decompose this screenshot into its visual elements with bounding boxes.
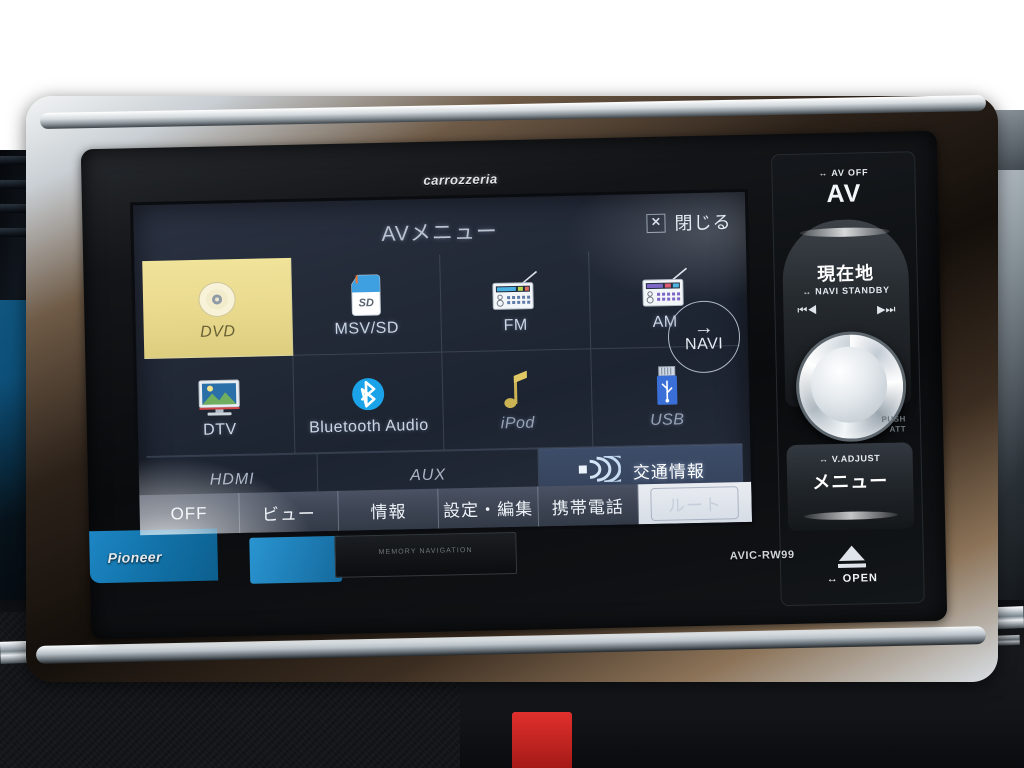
- taskbar-item-phone[interactable]: 携帯電話: [538, 484, 639, 527]
- source-label: USB: [649, 411, 685, 430]
- memory-navigation-plate: MEMORY NAVIGATION: [334, 531, 518, 578]
- source-tile-dvd[interactable]: DVD: [142, 257, 294, 360]
- long-press-icon: ↔: [802, 286, 813, 297]
- taskbar-item-info[interactable]: 情報: [338, 488, 440, 531]
- taskbar-item-route[interactable]: ルート: [637, 481, 753, 525]
- disc-icon: [195, 274, 240, 321]
- source-label: HDMI: [209, 470, 255, 489]
- head-unit-face: carrozzeria AVメニュー ✕ 閉じる DVD SD MSV/SD F…: [80, 130, 948, 640]
- source-label: Bluetooth Audio: [308, 416, 429, 437]
- av-button[interactable]: AV: [773, 178, 916, 210]
- source-label: DVD: [199, 323, 236, 341]
- radio-icon: [638, 264, 691, 311]
- hardkey-column: ↔ AV OFF AV 現在地 ↔ NAVI STANDBY ⏮◀ ▶⏭ PUS…: [771, 151, 925, 607]
- source-label: MSV/SD: [334, 319, 400, 338]
- long-press-icon: ↔: [826, 572, 839, 586]
- taskbar-item-route-label: ルート: [650, 485, 740, 521]
- v-adjust-label: ↔ V.ADJUST: [818, 453, 881, 465]
- av-off-label: ↔ AV OFF: [818, 167, 869, 179]
- menu-button-label: メニュー: [811, 470, 889, 493]
- close-button-label: 閉じる: [674, 212, 732, 234]
- navi-standby-label: ↔ NAVI STANDBY: [802, 284, 890, 297]
- push-att-label: PUSH ATT: [881, 414, 907, 434]
- bluetooth-icon: [346, 369, 391, 416]
- long-press-icon: ↔: [818, 454, 829, 465]
- blue-accent-panel-secondary: [249, 535, 343, 584]
- taskbar-item-view[interactable]: ビュー: [238, 490, 340, 534]
- previous-track-icon[interactable]: ⏮◀: [797, 304, 817, 317]
- source-tile-bluetooth[interactable]: Bluetooth Audio: [293, 352, 445, 454]
- av-source-grid: DVD SD MSV/SD FM AM DTV Bluetooth Audio …: [142, 248, 743, 458]
- memory-navigation-label: MEMORY NAVIGATION: [378, 546, 473, 556]
- source-label: iPod: [500, 414, 536, 433]
- source-tile-dtv[interactable]: DTV: [144, 355, 296, 458]
- red-dashboard-tab: [512, 712, 572, 768]
- source-tile-msv-sd[interactable]: SD MSV/SD: [291, 254, 443, 356]
- long-press-icon: ↔: [818, 168, 829, 179]
- source-tile-fm[interactable]: FM: [440, 251, 592, 353]
- volume-knob-face: [810, 345, 888, 424]
- arrow-right-icon: →: [693, 316, 715, 340]
- next-track-icon[interactable]: ▶⏭: [877, 303, 896, 317]
- menu-button[interactable]: ↔ V.ADJUST メニュー: [786, 442, 915, 532]
- sd-card-icon: SD: [348, 271, 383, 318]
- usb-icon: [650, 362, 683, 409]
- broadcast-signal-icon: [577, 453, 632, 488]
- car-head-unit-photo: carrozzeria AVメニュー ✕ 閉じる DVD SD MSV/SD F…: [0, 0, 1024, 768]
- source-label: FM: [503, 316, 528, 335]
- eject-bar: [837, 563, 867, 568]
- carrozzeria-logo: carrozzeria: [423, 171, 498, 188]
- source-label: DTV: [202, 421, 237, 439]
- panel-highlight: [799, 226, 890, 238]
- source-label: AUX: [409, 466, 447, 484]
- taskbar-item-settings[interactable]: 設定・編集: [438, 486, 539, 529]
- source-label: 交通情報: [632, 461, 706, 483]
- tv-icon: [195, 372, 244, 419]
- panel-highlight: [803, 510, 899, 521]
- lcd-screen[interactable]: AVメニュー ✕ 閉じる DVD SD MSV/SD FM AM DTV Blu…: [129, 188, 756, 539]
- close-button[interactable]: ✕ 閉じる: [646, 208, 732, 236]
- open-label: ↔ OPEN: [826, 572, 879, 586]
- current-location-label: 現在地: [816, 263, 875, 285]
- music-note-icon: [500, 366, 535, 413]
- close-x-icon: ✕: [646, 213, 666, 233]
- radio-icon: [488, 267, 541, 314]
- source-tile-ipod[interactable]: iPod: [442, 349, 594, 451]
- navi-button-label: NAVI: [684, 335, 724, 354]
- svg-text:SD: SD: [358, 297, 374, 309]
- pioneer-logo: Pioneer: [107, 548, 162, 566]
